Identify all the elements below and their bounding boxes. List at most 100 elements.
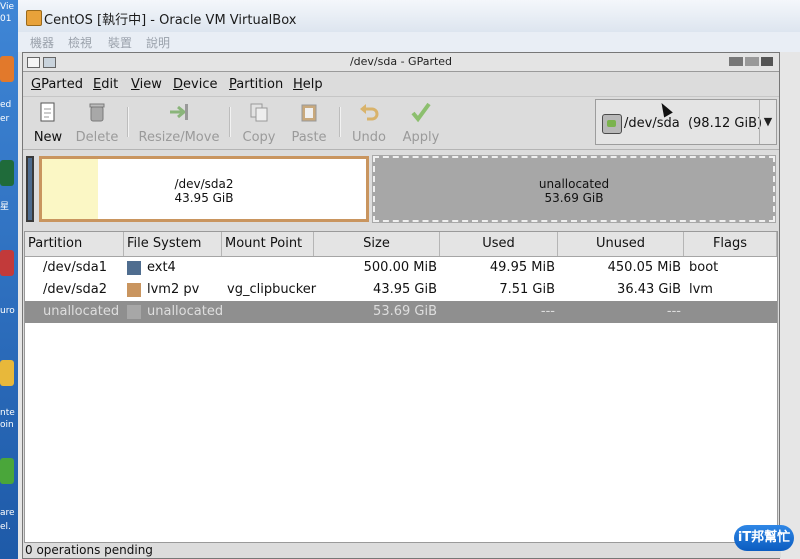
menu-device[interactable]: Device <box>173 77 217 92</box>
undo-label: Undo <box>352 130 386 145</box>
menu-gparted[interactable]: GParted <box>31 77 83 92</box>
desktop-label: er <box>0 114 10 124</box>
cell-unused: 450.05 MiB <box>607 260 681 275</box>
diskmap-sda2[interactable]: /dev/sda2 43.95 GiB <box>39 156 369 222</box>
vbox-menu-machine[interactable]: 機器 <box>30 34 54 51</box>
apply-label: Apply <box>402 130 440 145</box>
cell-file-system: lvm2 pv <box>147 282 200 297</box>
desktop-label: el. <box>0 522 11 532</box>
status-bar: 0 operations pending <box>23 543 781 558</box>
checkmark-icon <box>411 102 431 123</box>
column-size[interactable]: Size <box>314 232 440 256</box>
apply-button[interactable]: Apply <box>401 101 441 145</box>
column-file-system[interactable]: File System <box>124 232 222 256</box>
column-unused[interactable]: Unused <box>558 232 684 256</box>
filesystem-color-swatch <box>127 305 141 319</box>
menu-partition[interactable]: Partition <box>229 77 283 92</box>
table-row[interactable]: /dev/sda1 ext4 500.00 MiB 49.95 MiB 450.… <box>25 257 777 279</box>
diskmap-unallocated-text: unallocated 53.69 GiB <box>538 177 610 205</box>
desktop-strip: Vie 01 ed er 星 uro nte oin are el. <box>0 0 18 559</box>
toolbar-separator <box>127 107 129 137</box>
device-label: /dev/sda (98.12 GiB) <box>624 116 763 131</box>
column-flags[interactable]: Flags <box>684 232 777 256</box>
copy-button[interactable]: Copy <box>239 101 279 145</box>
new-icon <box>40 102 55 122</box>
resize-move-button[interactable]: Resize/Move <box>137 101 221 145</box>
minimize-button[interactable] <box>729 57 743 66</box>
virtualbox-titlebar[interactable]: CentOS [執行中] - Oracle VM VirtualBox <box>18 0 800 33</box>
close-button[interactable] <box>761 57 773 66</box>
column-partition[interactable]: Partition <box>25 232 124 256</box>
diskmap-sda2-text: /dev/sda2 43.95 GiB <box>174 177 234 205</box>
cell-unused: --- <box>666 304 681 319</box>
gparted-titlebar[interactable]: /dev/sda - GParted <box>23 53 779 72</box>
virtualbox-window: CentOS [執行中] - Oracle VM VirtualBox 機器 檢… <box>18 0 800 559</box>
virtualbox-menubar: 機器 檢視 裝置 說明 <box>18 32 800 52</box>
desktop-app-icon[interactable] <box>0 458 14 484</box>
undo-icon <box>360 104 379 121</box>
cell-unused: 36.43 GiB <box>617 282 681 297</box>
desktop-label: 星 <box>0 202 10 212</box>
new-button[interactable]: New <box>31 101 65 145</box>
resize-move-icon <box>170 104 188 120</box>
cell-size: 53.69 GiB <box>373 304 437 319</box>
paste-icon <box>301 104 317 122</box>
vbox-menu-devices[interactable]: 裝置 <box>108 34 132 51</box>
cell-file-system: ext4 <box>147 260 176 275</box>
device-selector[interactable]: /dev/sda (98.12 GiB) ▼ <box>595 99 777 145</box>
delete-label: Delete <box>75 130 119 145</box>
cell-file-system: unallocated <box>147 304 224 319</box>
delete-button[interactable]: Delete <box>75 101 119 145</box>
cell-used: 49.95 MiB <box>489 260 555 275</box>
menu-help[interactable]: Help <box>293 77 323 92</box>
desktop-label: uro <box>0 306 15 316</box>
dropdown-arrow-icon[interactable]: ▼ <box>759 100 776 144</box>
new-label: New <box>33 130 63 145</box>
desktop-app-icon[interactable] <box>0 250 14 276</box>
paste-button[interactable]: Paste <box>289 101 329 145</box>
cell-partition: /dev/sda2 <box>43 282 107 297</box>
undo-button[interactable]: Undo <box>349 101 389 145</box>
harddisk-icon <box>602 114 622 134</box>
toolbar-separator <box>339 107 341 137</box>
toolbar-separator <box>229 107 231 137</box>
partition-table: Partition File System Mount Point Size U… <box>24 231 778 543</box>
table-header: Partition File System Mount Point Size U… <box>25 232 777 257</box>
diskmap-unallocated[interactable]: unallocated 53.69 GiB <box>372 155 776 223</box>
diskmap-sda1[interactable] <box>26 156 34 222</box>
desktop-folder-icon[interactable] <box>0 360 14 386</box>
cell-size: 43.95 GiB <box>373 282 437 297</box>
watermark-logo: iT邦幫忙 <box>734 525 794 551</box>
menu-edit[interactable]: Edit <box>93 77 118 92</box>
trash-icon <box>89 103 105 122</box>
vbox-menu-view[interactable]: 檢視 <box>68 34 92 51</box>
desktop-label: 01 <box>0 14 12 24</box>
resize-move-label: Resize/Move <box>138 130 220 145</box>
copy-label: Copy <box>242 130 276 145</box>
gparted-window: /dev/sda - GParted GParted Edit View Dev… <box>22 52 781 559</box>
cell-partition: unallocated <box>43 304 120 319</box>
filesystem-color-swatch <box>127 261 141 275</box>
disk-map: /dev/sda2 43.95 GiB unallocated 53.69 Gi… <box>23 150 779 228</box>
cell-used: 7.51 GiB <box>499 282 555 297</box>
desktop-label: Vie <box>0 2 14 12</box>
maximize-button[interactable] <box>745 57 759 66</box>
filesystem-color-swatch <box>127 283 141 297</box>
table-row[interactable]: /dev/sda2 lvm2 pv vg_clipbucker 43.95 Gi… <box>25 279 777 301</box>
cell-flags: lvm <box>689 282 713 297</box>
cell-mount-point: vg_clipbucker <box>227 282 317 297</box>
desktop-app-icon[interactable] <box>0 56 14 82</box>
vbox-menu-help[interactable]: 說明 <box>146 34 170 51</box>
desktop-label: are <box>0 508 15 518</box>
desktop-label: oin <box>0 420 14 430</box>
column-used[interactable]: Used <box>440 232 558 256</box>
table-row-selected[interactable]: unallocated unallocated 53.69 GiB --- --… <box>25 301 777 323</box>
paste-label: Paste <box>291 130 327 145</box>
menu-view[interactable]: View <box>131 77 162 92</box>
guest-display: /dev/sda - GParted GParted Edit View Dev… <box>18 52 800 559</box>
virtualbox-logo-icon <box>26 10 42 26</box>
desktop-app-icon[interactable] <box>0 160 14 186</box>
gparted-title: /dev/sda - GParted <box>349 55 453 68</box>
column-mount-point[interactable]: Mount Point <box>222 232 314 256</box>
gparted-menubar: GParted Edit View Device Partition Help <box>23 72 779 96</box>
